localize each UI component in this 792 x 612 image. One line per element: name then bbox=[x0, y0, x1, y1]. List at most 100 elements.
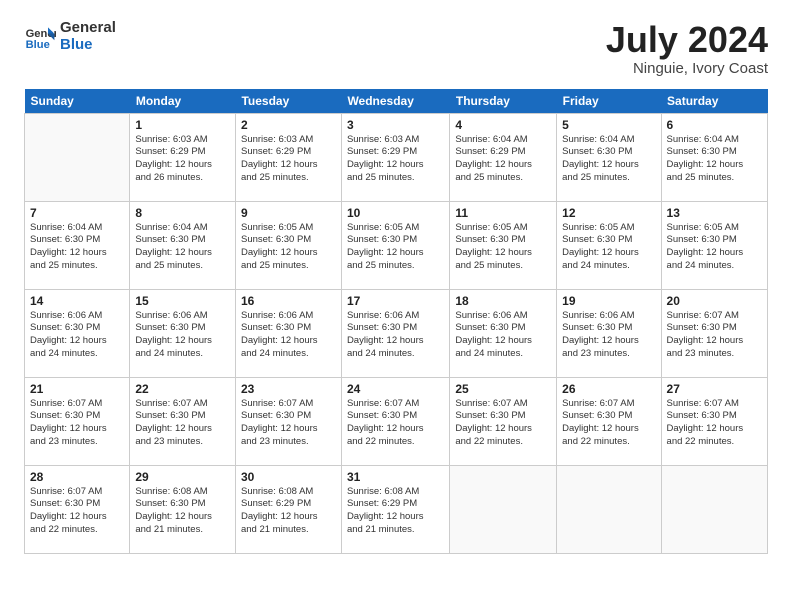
day-number: 15 bbox=[135, 294, 230, 308]
day-number: 5 bbox=[562, 118, 655, 132]
day-number: 14 bbox=[30, 294, 124, 308]
calendar-cell: 21Sunrise: 6:07 AM Sunset: 6:30 PM Dayli… bbox=[25, 377, 130, 465]
day-info: Sunrise: 6:04 AM Sunset: 6:30 PM Dayligh… bbox=[667, 134, 762, 185]
page-container: General Blue General Blue July 2024 Ning… bbox=[0, 0, 792, 570]
day-info: Sunrise: 6:03 AM Sunset: 6:29 PM Dayligh… bbox=[241, 134, 336, 185]
calendar-cell: 14 Sunrise: 6:06 AM Sunset: 6:30 PM Dayli… bbox=[25, 289, 130, 377]
title-block: July 2024 Ninguie, Ivory Coast bbox=[606, 20, 768, 77]
table-row: 14 Sunrise: 6:06 AM Sunset: 6:30 PM Dayli… bbox=[25, 289, 768, 377]
table-row: 21 Sunrise: 6:07 AM Sunset: 6:30 PM Dayli… bbox=[25, 377, 768, 465]
day-info: Sunrise: 6:08 AM Sunset: 6:29 PM Dayligh… bbox=[347, 486, 444, 537]
day-number: 27 bbox=[667, 382, 762, 396]
logo-icon: General Blue bbox=[24, 21, 56, 53]
day-info: Sunrise: 6:07 AM Sunset: 6:30 PM Dayligh… bbox=[667, 310, 762, 361]
day-info: Sunrise: 6:03 AM Sunset: 6:29 PM Dayligh… bbox=[347, 134, 444, 185]
day-info: Sunrise: 6:05 AM Sunset: 6:30 PM Dayligh… bbox=[347, 222, 444, 273]
calendar-cell: 6 Sunrise: 6:04 AM Sunset: 6:30 PM Daylig… bbox=[661, 113, 767, 201]
col-thursday: Thursday bbox=[450, 89, 557, 114]
header: General Blue General Blue July 2024 Ning… bbox=[24, 20, 768, 77]
calendar-cell: 11 Sunrise: 6:05 AM Sunset: 6:30 PM Dayli… bbox=[450, 201, 557, 289]
day-number: 16 bbox=[241, 294, 336, 308]
calendar-cell: 18Sunrise: 6:06 AM Sunset: 6:30 PM Dayli… bbox=[450, 289, 557, 377]
day-info: Sunrise: 6:07 AM Sunset: 6:30 PM Dayligh… bbox=[30, 486, 124, 537]
day-number: 30 bbox=[241, 470, 336, 484]
calendar-cell: 29 Sunrise: 6:08 AM Sunset: 6:30 PM Dayli… bbox=[130, 465, 236, 553]
calendar-cell: 13 Sunrise: 6:05 AM Sunset: 6:30 PM Dayli… bbox=[661, 201, 767, 289]
col-monday: Monday bbox=[130, 89, 236, 114]
calendar-cell: 30 Sunrise: 6:08 AM Sunset: 6:29 PM Dayli… bbox=[235, 465, 341, 553]
day-number: 3 bbox=[347, 118, 444, 132]
calendar-cell: 1Sunrise: 6:03 AM Sunset: 6:29 PM Daylig… bbox=[130, 113, 236, 201]
day-info: Sunrise: 6:05 AM Sunset: 6:30 PM Dayligh… bbox=[241, 222, 336, 273]
calendar-cell: 5Sunrise: 6:04 AM Sunset: 6:30 PM Daylig… bbox=[557, 113, 661, 201]
day-info: Sunrise: 6:06 AM Sunset: 6:30 PM Dayligh… bbox=[135, 310, 230, 361]
day-info: Sunrise: 6:07 AM Sunset: 6:30 PM Dayligh… bbox=[562, 398, 655, 449]
day-number: 21 bbox=[30, 382, 124, 396]
calendar-cell: 7Sunrise: 6:04 AM Sunset: 6:30 PM Daylig… bbox=[25, 201, 130, 289]
day-info: Sunrise: 6:04 AM Sunset: 6:29 PM Dayligh… bbox=[455, 134, 551, 185]
calendar-cell bbox=[450, 465, 557, 553]
day-number: 20 bbox=[667, 294, 762, 308]
table-row: 1 Sunrise: 6:03 AM Sunset: 6:29 PM Daylig… bbox=[25, 113, 768, 201]
day-info: Sunrise: 6:05 AM Sunset: 6:30 PM Dayligh… bbox=[562, 222, 655, 273]
calendar-cell: 27 Sunrise: 6:07 AM Sunset: 6:30 PM Dayli… bbox=[661, 377, 767, 465]
location: Ninguie, Ivory Coast bbox=[606, 60, 768, 77]
logo-line1: General bbox=[60, 20, 116, 37]
col-tuesday: Tuesday bbox=[235, 89, 341, 114]
table-row: 28 Sunrise: 6:07 AM Sunset: 6:30 PM Dayli… bbox=[25, 465, 768, 553]
day-info: Sunrise: 6:06 AM Sunset: 6:30 PM Dayligh… bbox=[347, 310, 444, 361]
calendar-cell: 17 Sunrise: 6:06 AM Sunset: 6:30 PM Dayli… bbox=[341, 289, 449, 377]
calendar-cell: 2 Sunrise: 6:03 AM Sunset: 6:29 PM Daylig… bbox=[235, 113, 341, 201]
day-info: Sunrise: 6:06 AM Sunset: 6:30 PM Dayligh… bbox=[562, 310, 655, 361]
day-number: 12 bbox=[562, 206, 655, 220]
day-info: Sunrise: 6:05 AM Sunset: 6:30 PM Dayligh… bbox=[667, 222, 762, 273]
calendar-body: 1 Sunrise: 6:03 AM Sunset: 6:29 PM Daylig… bbox=[25, 113, 768, 553]
day-number: 9 bbox=[241, 206, 336, 220]
calendar-cell: 4 Sunrise: 6:04 AM Sunset: 6:29 PM Daylig… bbox=[450, 113, 557, 201]
day-number: 13 bbox=[667, 206, 762, 220]
day-number: 24 bbox=[347, 382, 444, 396]
calendar-cell: 10 Sunrise: 6:05 AM Sunset: 6:30 PM Dayli… bbox=[341, 201, 449, 289]
day-info: Sunrise: 6:06 AM Sunset: 6:30 PM Dayligh… bbox=[455, 310, 551, 361]
calendar-cell bbox=[25, 113, 130, 201]
day-number: 26 bbox=[562, 382, 655, 396]
day-info: Sunrise: 6:04 AM Sunset: 6:30 PM Dayligh… bbox=[135, 222, 230, 273]
calendar-cell: 23Sunrise: 6:07 AM Sunset: 6:30 PM Dayli… bbox=[235, 377, 341, 465]
calendar-cell: 15 Sunrise: 6:06 AM Sunset: 6:30 PM Dayli… bbox=[130, 289, 236, 377]
day-info: Sunrise: 6:05 AM Sunset: 6:30 PM Dayligh… bbox=[455, 222, 551, 273]
day-number: 11 bbox=[455, 206, 551, 220]
day-info: Sunrise: 6:07 AM Sunset: 6:30 PM Dayligh… bbox=[667, 398, 762, 449]
table-row: 7Sunrise: 6:04 AM Sunset: 6:30 PM Daylig… bbox=[25, 201, 768, 289]
day-number: 2 bbox=[241, 118, 336, 132]
day-info: Sunrise: 6:07 AM Sunset: 6:30 PM Dayligh… bbox=[347, 398, 444, 449]
calendar-cell: 20 Sunrise: 6:07 AM Sunset: 6:30 PM Dayli… bbox=[661, 289, 767, 377]
logo-line2: Blue bbox=[60, 37, 116, 54]
calendar-cell: 22Sunrise: 6:07 AM Sunset: 6:30 PM Dayli… bbox=[130, 377, 236, 465]
calendar-cell: 16Sunrise: 6:06 AM Sunset: 6:30 PM Dayli… bbox=[235, 289, 341, 377]
calendar-cell bbox=[661, 465, 767, 553]
day-info: Sunrise: 6:06 AM Sunset: 6:30 PM Dayligh… bbox=[30, 310, 124, 361]
calendar-cell bbox=[557, 465, 661, 553]
day-number: 6 bbox=[667, 118, 762, 132]
day-number: 25 bbox=[455, 382, 551, 396]
day-info: Sunrise: 6:08 AM Sunset: 6:30 PM Dayligh… bbox=[135, 486, 230, 537]
day-number: 4 bbox=[455, 118, 551, 132]
calendar-cell: 31Sunrise: 6:08 AM Sunset: 6:29 PM Dayli… bbox=[341, 465, 449, 553]
day-number: 10 bbox=[347, 206, 444, 220]
day-info: Sunrise: 6:04 AM Sunset: 6:30 PM Dayligh… bbox=[30, 222, 124, 273]
day-number: 28 bbox=[30, 470, 124, 484]
day-info: Sunrise: 6:08 AM Sunset: 6:29 PM Dayligh… bbox=[241, 486, 336, 537]
calendar-cell: 24 Sunrise: 6:07 AM Sunset: 6:30 PM Dayli… bbox=[341, 377, 449, 465]
day-number: 8 bbox=[135, 206, 230, 220]
day-info: Sunrise: 6:07 AM Sunset: 6:30 PM Dayligh… bbox=[241, 398, 336, 449]
col-wednesday: Wednesday bbox=[341, 89, 449, 114]
day-number: 19 bbox=[562, 294, 655, 308]
month-year: July 2024 bbox=[606, 20, 768, 60]
day-number: 1 bbox=[135, 118, 230, 132]
col-friday: Friday bbox=[557, 89, 661, 114]
calendar-cell: 3 Sunrise: 6:03 AM Sunset: 6:29 PM Daylig… bbox=[341, 113, 449, 201]
day-number: 17 bbox=[347, 294, 444, 308]
day-number: 29 bbox=[135, 470, 230, 484]
svg-text:Blue: Blue bbox=[26, 39, 50, 51]
day-info: Sunrise: 6:07 AM Sunset: 6:30 PM Dayligh… bbox=[135, 398, 230, 449]
